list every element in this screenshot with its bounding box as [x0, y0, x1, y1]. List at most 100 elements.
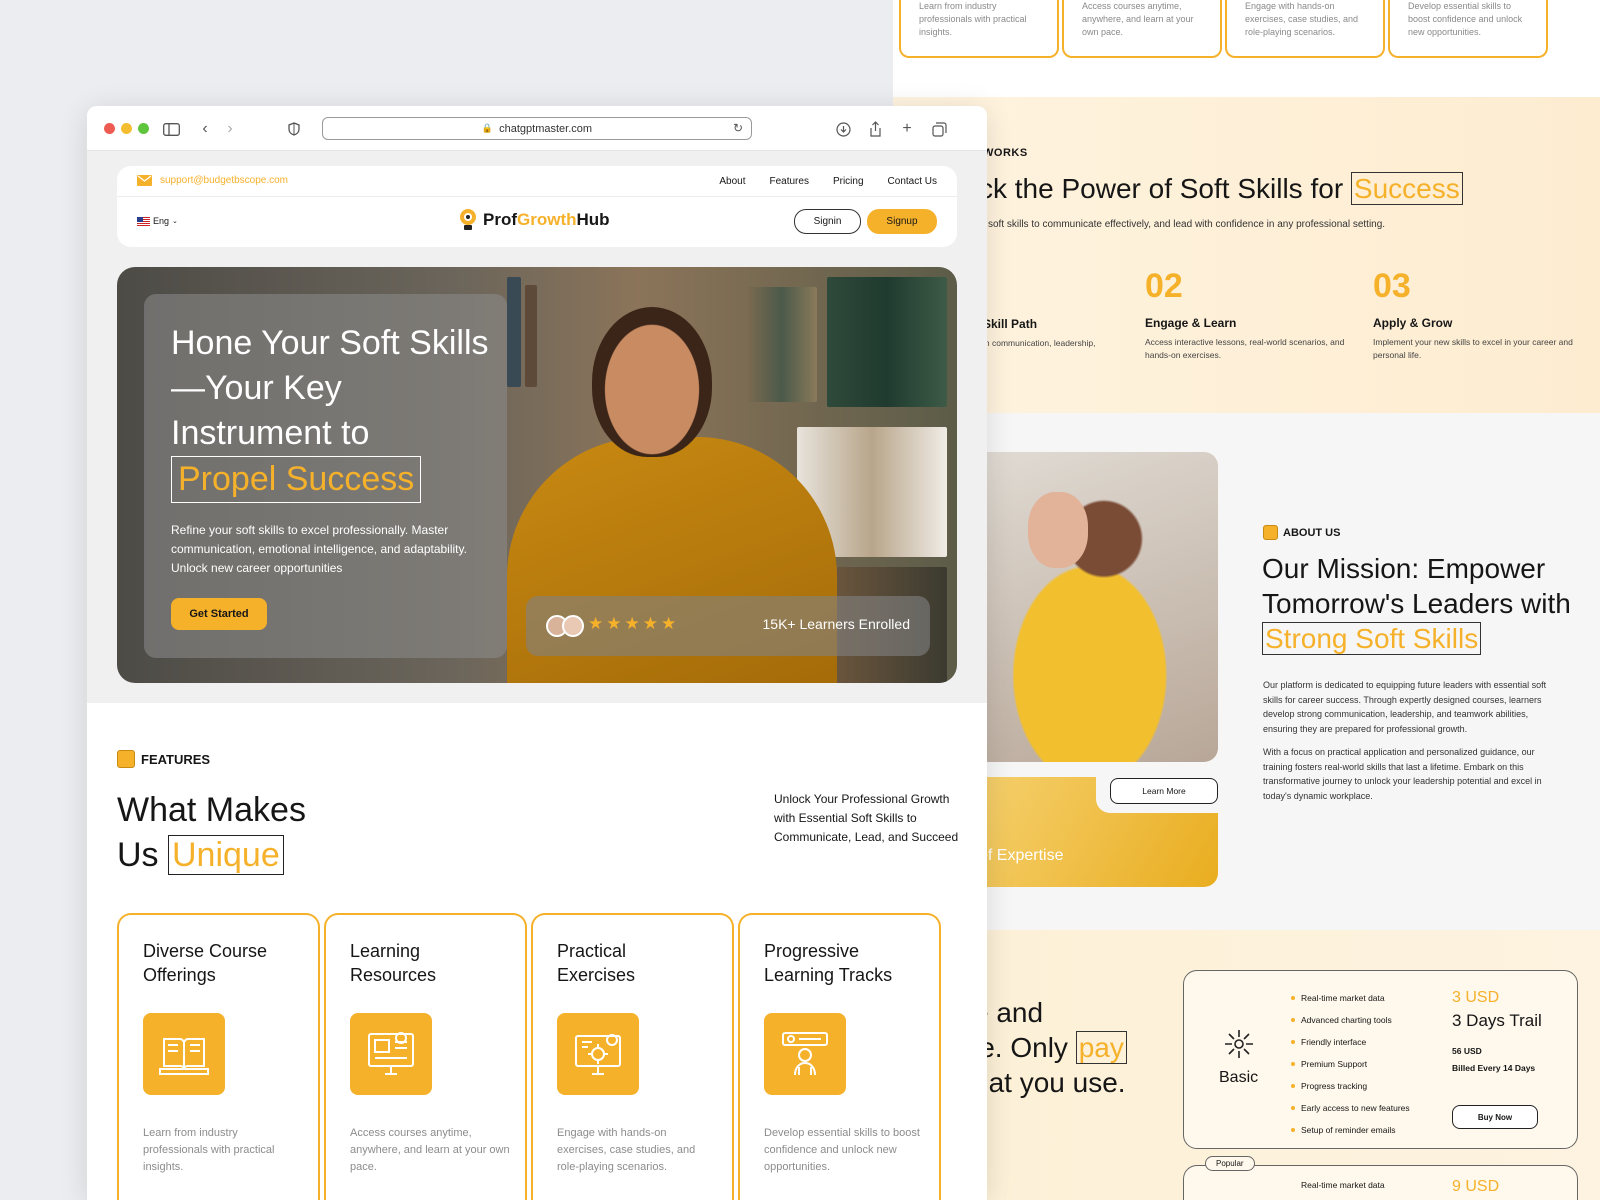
- top-nav-links: About Features Pricing Contact Us: [719, 176, 937, 187]
- step-title: Apply & Grow: [1373, 316, 1453, 330]
- page-content: support@budgetbscope.com About Features …: [87, 151, 987, 1200]
- feature-card-desc: Develop essential skills to boost confid…: [764, 1127, 920, 1173]
- feature-card-tracks[interactable]: Progressive Learning Tracks Develop esse…: [738, 913, 941, 1200]
- close-window-button[interactable]: [104, 123, 115, 134]
- feature-card-courses[interactable]: Diverse Course Offerings Learn from indu…: [117, 913, 320, 1200]
- tab-overview-icon[interactable]: [928, 118, 950, 140]
- shield-icon[interactable]: [283, 118, 305, 140]
- nav-link-about[interactable]: About: [719, 176, 745, 187]
- features-tag: FEATURES: [117, 750, 210, 768]
- feature-card-exercises[interactable]: Practical Exercises Engage with hands-on…: [531, 913, 734, 1200]
- pricing-title-line: e and: [973, 997, 1044, 1028]
- download-icon[interactable]: [832, 118, 854, 140]
- rating-stars-icon: ★★★★★: [588, 614, 680, 633]
- top-card-text: Develop essential skills to boost confid…: [1408, 1, 1523, 37]
- pricing-title-text: le. Only: [973, 1032, 1076, 1063]
- top-card-text: Learn from industry professionals with p…: [919, 1, 1027, 37]
- plan-billed: Billed Every 14 Days: [1452, 1063, 1536, 1073]
- plan-price: 9 USD: [1452, 1178, 1500, 1195]
- enrolled-count: 15K+ Learners Enrolled: [762, 616, 911, 632]
- about-paragraph: With a focus on practical application an…: [1263, 747, 1542, 801]
- plan-feature: Setup of reminder emails: [1291, 1119, 1410, 1141]
- how-title-highlight: Success: [1350, 172, 1463, 205]
- person-growth-icon: [764, 1013, 846, 1095]
- hero-title: Hone Your Soft Skills—Your Key Instrumen…: [171, 321, 501, 503]
- share-icon[interactable]: [864, 118, 886, 140]
- support-email-text: support@budgetbscope.com: [160, 175, 289, 186]
- open-book-icon: [143, 1013, 225, 1095]
- mail-icon: [137, 175, 152, 186]
- signin-button[interactable]: Signin: [794, 209, 861, 234]
- sidebar-toggle-icon[interactable]: [160, 118, 182, 140]
- features-tag-label: FEATURES: [141, 751, 211, 767]
- features-title-line: What Makes: [117, 791, 306, 829]
- avatar: [562, 615, 584, 637]
- url-text: chatgptmaster.com: [499, 122, 593, 135]
- site-header: support@budgetbscope.com About Features …: [117, 166, 957, 247]
- back-icon[interactable]: ‹: [194, 118, 216, 140]
- monitor-resources-icon: [350, 1013, 432, 1095]
- support-email[interactable]: support@budgetbscope.com: [137, 175, 288, 186]
- how-subtitle: soft skills to communicate effectively, …: [988, 219, 1386, 230]
- hero-description: Refine your soft skills to excel profess…: [171, 523, 467, 575]
- nav-link-contact[interactable]: Contact Us: [888, 176, 937, 187]
- buy-now-button[interactable]: Buy Now: [1452, 1105, 1538, 1129]
- site-logo[interactable]: ProfGrowthHub: [459, 208, 610, 232]
- language-label: Eng: [153, 216, 170, 226]
- forward-icon[interactable]: ›: [219, 118, 241, 140]
- learn-more-button[interactable]: Learn More: [1110, 778, 1218, 804]
- plan-feature: Real-time market data: [1301, 1180, 1385, 1190]
- plan-feature: Friendly interface: [1291, 1031, 1410, 1053]
- hero-section: Hone Your Soft Skills—Your Key Instrumen…: [117, 267, 957, 683]
- gear-exercise-icon: [557, 1013, 639, 1095]
- language-selector[interactable]: Eng ⌄: [137, 216, 178, 226]
- step-desc: Implement your new skills to excel in yo…: [1373, 337, 1573, 360]
- plan-usd: 56 USD: [1452, 1046, 1482, 1056]
- plan-trial: 3 Days Trail: [1452, 1011, 1542, 1030]
- features-description: Unlock Your Professional Growth with Ess…: [774, 792, 959, 844]
- step-2: 02 Engage & Learn Access interactive les…: [1145, 267, 1345, 362]
- about-title-text: Our Mission: Empower Tomorrow's Leaders …: [1262, 553, 1571, 619]
- about-title-highlight: Strong Soft Skills: [1262, 622, 1482, 655]
- features-title-line: Us Unique: [117, 833, 306, 878]
- plan-feature: Real-time market data: [1291, 987, 1410, 1009]
- how-it-works-section: WORKS ck the Power of Soft Skills for Su…: [893, 97, 1600, 413]
- nav-link-features[interactable]: Features: [769, 176, 808, 187]
- step-title: Engage & Learn: [1145, 316, 1237, 330]
- header-topbar: support@budgetbscope.com About Features …: [117, 166, 957, 197]
- learner-avatars: [546, 615, 584, 637]
- plan-feature: Progress tracking: [1291, 1075, 1410, 1097]
- nav-link-pricing[interactable]: Pricing: [833, 176, 864, 187]
- us-flag-icon: [137, 216, 150, 226]
- reload-icon[interactable]: ↻: [733, 121, 743, 135]
- pricing-card-basic: Basic Real-time market data Advanced cha…: [1183, 970, 1578, 1149]
- enrolled-badge: ★★★★★ 15K+ Learners Enrolled: [526, 596, 930, 656]
- get-started-button[interactable]: Get Started: [171, 598, 267, 630]
- plan-feature: Premium Support: [1291, 1053, 1410, 1075]
- feature-card-title: Diverse Course Offerings: [143, 941, 268, 985]
- feature-card-desc: Engage with hands-on exercises, case stu…: [557, 1127, 696, 1173]
- tag-square-icon: [1263, 525, 1278, 540]
- maximize-window-button[interactable]: [138, 123, 149, 134]
- top-card: Learn from industry professionals with p…: [899, 0, 1059, 58]
- feature-card-desc: Learn from industry professionals with p…: [143, 1127, 275, 1173]
- about-text: Our platform is dedicated to equipping f…: [1263, 678, 1548, 803]
- top-card: Develop essential skills to boost confid…: [1388, 0, 1548, 58]
- hero-title-highlight: Propel Success: [171, 456, 422, 503]
- logo-part: Prof: [483, 210, 517, 229]
- plan-price: 3 USD: [1452, 989, 1500, 1006]
- step-number: 03: [1373, 267, 1411, 305]
- feature-card-resources[interactable]: Learning Resources Access courses anytim…: [324, 913, 527, 1200]
- about-tag-label: ABOUT US: [1283, 526, 1341, 539]
- feature-card-title: Learning Resources: [350, 941, 437, 985]
- step-3: 03 Apply & Grow Implement your new skill…: [1373, 267, 1573, 362]
- top-card: Access courses anytime, anywhere, and le…: [1062, 0, 1222, 58]
- how-tag: WORKS: [983, 147, 1028, 159]
- new-tab-icon[interactable]: +: [896, 118, 918, 140]
- signup-button[interactable]: Signup: [867, 209, 937, 234]
- minimize-window-button[interactable]: [121, 123, 132, 134]
- address-bar[interactable]: 🔒 chatgptmaster.com ↻: [322, 117, 752, 140]
- pricing-title-line: hat you use.: [973, 1067, 1126, 1098]
- logo-part-accent: Growth: [517, 210, 577, 229]
- about-section: of Expertise Learn More ABOUT US Our Mis…: [893, 413, 1600, 930]
